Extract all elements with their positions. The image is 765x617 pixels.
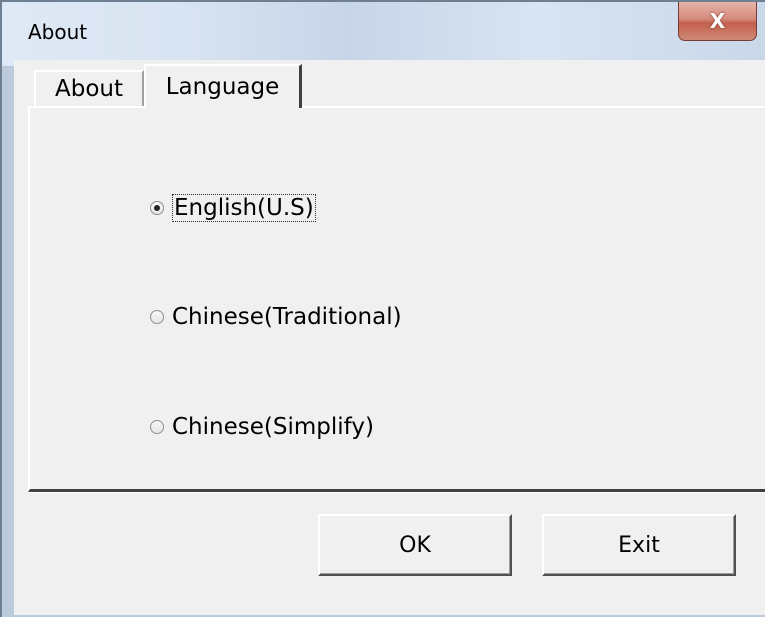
radio-label-chinese-simplify: Chinese(Simplify) [172, 414, 374, 440]
tab-language-label: Language [165, 74, 280, 100]
window-title: About [28, 20, 88, 44]
about-dialog-window: About X About Language English(U.S) Chin… [0, 0, 765, 617]
radio-label-chinese-traditional: Chinese(Traditional) [172, 304, 402, 330]
language-tab-panel: English(U.S) Chinese(Traditional) Chines… [28, 106, 765, 492]
radio-option-english[interactable]: English(U.S) [150, 194, 316, 222]
tab-language[interactable]: Language [144, 64, 302, 108]
close-icon: X [709, 9, 726, 33]
ok-button[interactable]: OK [318, 514, 512, 576]
radio-button-english[interactable] [150, 201, 164, 215]
tab-about[interactable]: About [34, 70, 144, 106]
radio-button-chinese-traditional[interactable] [150, 310, 164, 324]
radio-option-chinese-traditional[interactable]: Chinese(Traditional) [150, 304, 402, 330]
radio-button-chinese-simplify[interactable] [150, 420, 164, 434]
close-button[interactable]: X [678, 2, 757, 41]
tab-about-label: About [54, 76, 123, 102]
title-bar[interactable]: About X [2, 2, 765, 66]
divider [28, 492, 765, 493]
radio-option-chinese-simplify[interactable]: Chinese(Simplify) [150, 414, 374, 440]
exit-button[interactable]: Exit [542, 514, 736, 576]
radio-label-english: English(U.S) [172, 194, 316, 222]
